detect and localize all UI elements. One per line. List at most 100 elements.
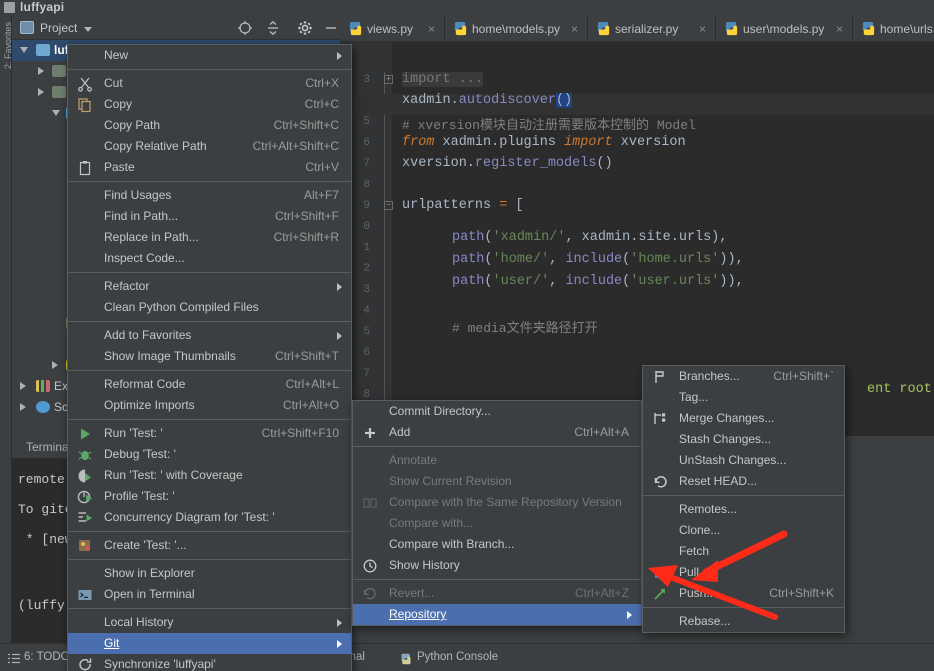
minimize-icon[interactable] bbox=[323, 20, 339, 36]
terminal-line: remote bbox=[18, 472, 65, 487]
menu-item-cut[interactable]: Cut Ctrl+X bbox=[68, 73, 351, 94]
editor-tab-bar[interactable]: views.py × home\models.py × serializer.p… bbox=[340, 16, 934, 42]
menu-item-concurrency-diagram[interactable]: Concurrency Diagram for 'Test: ' bbox=[68, 507, 351, 528]
menu-item-show-in-explorer[interactable]: Show in Explorer bbox=[68, 563, 351, 584]
close-icon[interactable]: × bbox=[699, 22, 706, 36]
menu-item-merge-changes[interactable]: Merge Changes... bbox=[643, 408, 844, 429]
menu-item-run-with-coverage[interactable]: Run 'Test: ' with Coverage bbox=[68, 465, 351, 486]
code-line-register-models: xversion.register_models() bbox=[402, 156, 613, 171]
menu-item-pull[interactable]: Pull... bbox=[643, 562, 844, 583]
menu-item-unstash-changes[interactable]: UnStash Changes... bbox=[643, 450, 844, 471]
fold-minus-icon[interactable]: − bbox=[384, 201, 393, 210]
editor-tab-serializer[interactable]: serializer.py × bbox=[588, 16, 716, 42]
menu-item-label: Add to Favorites bbox=[104, 328, 192, 342]
menu-item-stash-changes[interactable]: Stash Changes... bbox=[643, 429, 844, 450]
menu-item-label: Compare with... bbox=[389, 516, 474, 530]
menu-item-synchronize[interactable]: Synchronize 'luffyapi' bbox=[68, 654, 351, 671]
status-python-console-button[interactable]: Python Console bbox=[417, 651, 498, 663]
close-icon[interactable]: × bbox=[836, 22, 843, 36]
menu-item-push[interactable]: Push... Ctrl+Shift+K bbox=[643, 583, 844, 604]
menu-item-rebase[interactable]: Rebase... bbox=[643, 611, 844, 632]
project-panel-header: Project bbox=[12, 16, 340, 40]
menu-item-label: Local History bbox=[104, 615, 174, 629]
menu-item-run-test[interactable]: Run 'Test: ' Ctrl+Shift+F10 bbox=[68, 423, 351, 444]
menu-item-copy-relative-path[interactable]: Copy Relative Path Ctrl+Alt+Shift+C bbox=[68, 136, 351, 157]
menu-item-label: Inspect Code... bbox=[104, 251, 185, 265]
menu-item-label: Push... bbox=[679, 586, 717, 600]
menu-item-refactor[interactable]: Refactor bbox=[68, 276, 351, 297]
terminal-line: To gite bbox=[18, 502, 73, 517]
menu-item-paste[interactable]: Paste Ctrl+V bbox=[68, 157, 351, 178]
menu-item-commit-directory[interactable]: Commit Directory... bbox=[353, 401, 641, 422]
menu-item-branches[interactable]: Branches... Ctrl+Shift+` bbox=[643, 366, 844, 387]
menu-item-show-history[interactable]: Show History bbox=[353, 555, 641, 576]
menu-item-debug-test[interactable]: Debug 'Test: ' bbox=[68, 444, 351, 465]
menu-item-open-in-terminal[interactable]: Open in Terminal bbox=[68, 584, 351, 605]
editor-tab-home-urls[interactable]: home\urls.p bbox=[853, 16, 934, 42]
chevron-right-icon bbox=[627, 611, 632, 619]
editor-tab-label: home\models.py bbox=[472, 22, 561, 36]
menu-item-add-to-favorites[interactable]: Add to Favorites bbox=[68, 325, 351, 346]
menu-item-clone[interactable]: Clone... bbox=[643, 520, 844, 541]
menu-item-label: Fetch bbox=[679, 544, 710, 558]
menu-item-optimize-imports[interactable]: Optimize Imports Ctrl+Alt+O bbox=[68, 395, 351, 416]
menu-item-label: Run 'Test: ' bbox=[104, 426, 163, 440]
run-icon bbox=[81, 428, 90, 440]
copy-icon bbox=[78, 98, 91, 113]
menu-item-inspect-code[interactable]: Inspect Code... bbox=[68, 248, 351, 269]
menu-item-replace-in-path[interactable]: Replace in Path... Ctrl+Shift+R bbox=[68, 227, 351, 248]
menu-item-tag[interactable]: Tag... bbox=[643, 387, 844, 408]
menu-item-reset-head[interactable]: Reset HEAD... bbox=[643, 471, 844, 492]
menu-item-create-test[interactable]: Create 'Test: '... bbox=[68, 535, 351, 556]
menu-item-accel: Ctrl+Shift+F10 bbox=[261, 426, 339, 440]
menu-item-compare-same-repo-version: Compare with the Same Repository Version bbox=[353, 492, 641, 513]
context-menu[interactable]: New Cut Ctrl+X Copy Ctrl+C Copy Path Ctr… bbox=[67, 44, 352, 671]
close-icon[interactable]: × bbox=[571, 22, 578, 36]
menu-item-compare-with-branch[interactable]: Compare with Branch... bbox=[353, 534, 641, 555]
menu-item-local-history[interactable]: Local History bbox=[68, 612, 351, 633]
menu-item-git[interactable]: Git bbox=[68, 633, 351, 654]
fold-plus-icon[interactable]: + bbox=[384, 75, 393, 84]
target-icon[interactable] bbox=[237, 20, 253, 36]
status-todo-button[interactable]: 6: TODO bbox=[24, 651, 70, 663]
menu-item-repository[interactable]: Repository bbox=[353, 604, 641, 625]
menu-item-accel: Ctrl+Shift+F bbox=[274, 209, 339, 223]
left-tool-strip[interactable]: 2: Favorites bbox=[0, 16, 13, 671]
editor-tab-home-models[interactable]: home\models.py × bbox=[445, 16, 588, 42]
menu-item-copy[interactable]: Copy Ctrl+C bbox=[68, 94, 351, 115]
menu-item-fetch[interactable]: Fetch bbox=[643, 541, 844, 562]
menu-item-remotes[interactable]: Remotes... bbox=[643, 499, 844, 520]
app-icon bbox=[4, 2, 15, 13]
menu-item-label: Annotate bbox=[389, 453, 438, 467]
collapse-all-icon[interactable] bbox=[265, 20, 281, 36]
menu-item-copy-path[interactable]: Copy Path Ctrl+Shift+C bbox=[68, 115, 351, 136]
create-test-icon bbox=[79, 540, 90, 551]
menu-item-find-in-path[interactable]: Find in Path... Ctrl+Shift+F bbox=[68, 206, 351, 227]
menu-item-label: Replace in Path... bbox=[104, 230, 199, 244]
editor-tab-views[interactable]: views.py × bbox=[340, 16, 445, 42]
scissors-icon bbox=[78, 77, 92, 92]
compare-icon bbox=[363, 498, 377, 508]
menu-item-label: Clean Python Compiled Files bbox=[104, 300, 259, 314]
gear-icon[interactable] bbox=[297, 20, 313, 36]
menu-item-new[interactable]: New bbox=[68, 45, 351, 66]
repository-submenu[interactable]: Branches... Ctrl+Shift+` Tag... Merge Ch… bbox=[642, 365, 845, 633]
chevron-down-icon[interactable] bbox=[84, 27, 92, 32]
menu-item-accel: Ctrl+Alt+L bbox=[285, 377, 339, 391]
menu-item-label: Compare with the Same Repository Version bbox=[389, 495, 622, 509]
menu-item-compare-with: Compare with... bbox=[353, 513, 641, 534]
menu-item-add[interactable]: Add Ctrl+Alt+A bbox=[353, 422, 641, 443]
editor-tab-user-models[interactable]: user\models.py × bbox=[716, 16, 853, 42]
code-line-import-xversion: from xadmin.plugins import xversion bbox=[402, 135, 686, 150]
menu-item-profile-test[interactable]: Profile 'Test: ' bbox=[68, 486, 351, 507]
menu-item-reformat-code[interactable]: Reformat Code Ctrl+Alt+L bbox=[68, 374, 351, 395]
python-file-icon bbox=[349, 21, 362, 36]
code-line-comment-xversion: # xversion模块自动注册需要版本控制的 Model bbox=[402, 118, 696, 133]
menu-item-find-usages[interactable]: Find Usages Alt+F7 bbox=[68, 185, 351, 206]
close-icon[interactable]: × bbox=[428, 22, 435, 36]
menu-item-clean-python-compiled-files[interactable]: Clean Python Compiled Files bbox=[68, 297, 351, 318]
menu-item-accel: Ctrl+Shift+` bbox=[773, 369, 834, 383]
git-submenu[interactable]: Commit Directory... Add Ctrl+Alt+A Annot… bbox=[352, 400, 642, 626]
menu-separator bbox=[68, 321, 351, 322]
menu-item-show-image-thumbnails[interactable]: Show Image Thumbnails Ctrl+Shift+T bbox=[68, 346, 351, 367]
